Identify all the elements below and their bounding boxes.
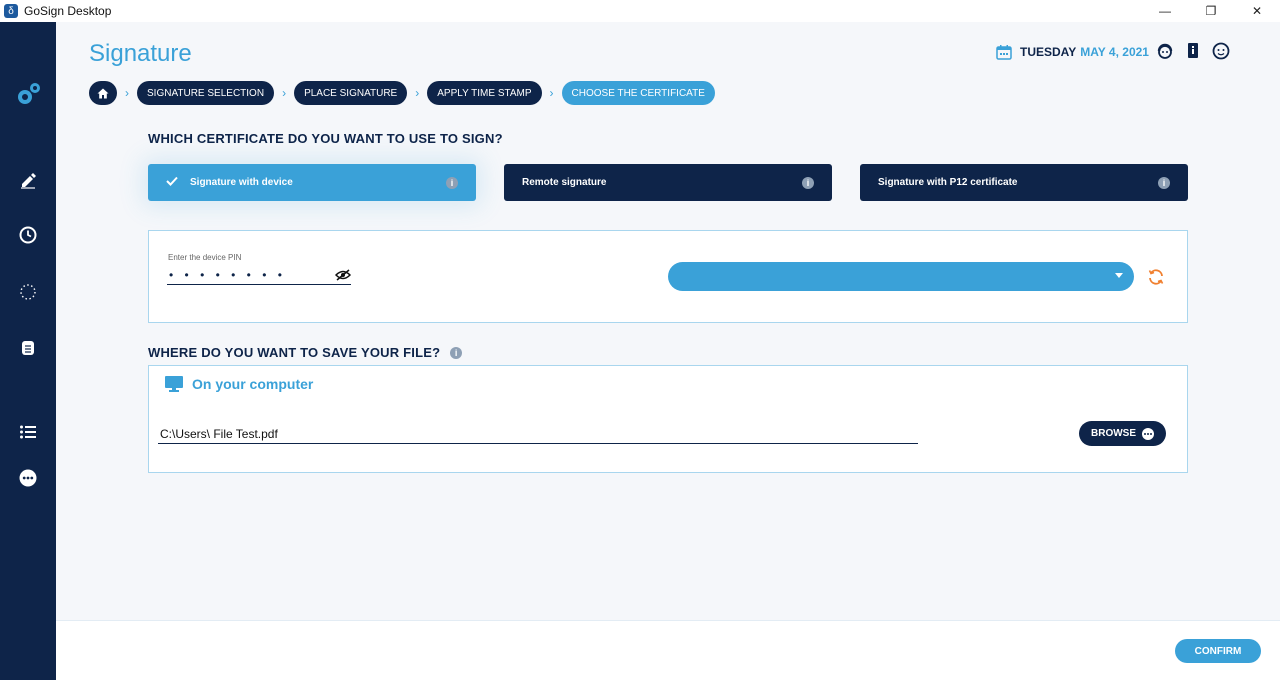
more-options-icon[interactable] [18,468,38,488]
chevron-right-icon: › [415,86,420,100]
info-icon[interactable]: i [802,176,814,189]
pin-input[interactable]: • • • • • • • • [167,265,351,285]
chevron-right-icon: › [125,86,129,100]
user-profile-icon[interactable] [1212,42,1230,60]
date-value: MAY 4, 2021 [1080,45,1149,59]
chevron-down-icon [1115,273,1123,278]
gears-icon[interactable] [14,80,44,110]
info-icon[interactable]: i [446,176,458,189]
chevron-right-icon: › [282,86,287,100]
option-label: Signature with device [190,177,293,188]
device-select[interactable] [668,262,1134,291]
sidebar [0,22,56,680]
info-icon[interactable]: i [450,346,463,359]
page-title: Signature [89,40,192,67]
list-icon[interactable] [18,422,38,442]
option-label: Remote signature [522,177,607,188]
top-icons [1156,42,1230,60]
history-clock-icon[interactable] [18,225,38,245]
restore-button[interactable]: ❐ [1188,0,1234,22]
browse-button[interactable]: BROWSE [1079,421,1166,446]
breadcrumb: › SIGNATURE SELECTION › PLACE SIGNATURE … [89,81,715,105]
support-agent-icon[interactable] [1156,42,1174,60]
home-icon [97,88,109,98]
option-p12-certificate[interactable]: Signature with P12 certificate i [860,164,1188,201]
footer-bar: CONFIRM [56,620,1280,680]
sign-pen-icon[interactable] [18,170,38,190]
info-icon[interactable]: i [1158,176,1170,189]
breadcrumb-apply-time-stamp[interactable]: APPLY TIME STAMP [427,81,542,105]
option-signature-with-device[interactable]: Signature with device i [148,164,476,201]
pin-label: Enter the device PIN [168,253,242,262]
date-display: TUESDAY MAY 4, 2021 [996,44,1149,60]
breadcrumb-place-signature[interactable]: PLACE SIGNATURE [294,81,408,105]
certificate-question: WHICH CERTIFICATE DO YOU WANT TO USE TO … [148,131,503,146]
window-title: GoSign Desktop [24,4,112,18]
minimize-button[interactable]: — [1142,0,1188,22]
certificate-question-text: WHICH CERTIFICATE DO YOU WANT TO USE TO … [148,131,503,146]
refresh-icon[interactable] [1147,268,1165,286]
pin-value: • • • • • • • • [169,267,286,282]
calendar-icon [996,45,1012,60]
option-label: Signature with P12 certificate [878,177,1018,188]
save-location-title: On your computer [192,376,314,392]
confirm-button[interactable]: CONFIRM [1175,639,1261,663]
save-location-panel: On your computer C:\Users\ File Test.pdf… [148,365,1188,473]
more-dots-icon [1142,427,1154,440]
main-content: Signature TUESDAY MAY 4, 2021 › SIGNATUR… [56,22,1280,620]
title-bar: δ GoSign Desktop — ❐ ✕ [0,0,1280,22]
document-stack-icon[interactable] [18,338,38,358]
browse-label: BROWSE [1091,428,1136,439]
file-path-input[interactable]: C:\Users\ File Test.pdf [158,424,918,444]
chevron-right-icon: › [549,86,554,100]
loading-dots-icon[interactable] [18,282,38,302]
save-question-text: WHERE DO YOU WANT TO SAVE YOUR FILE? [148,345,441,360]
app-logo-icon: δ [4,4,18,18]
computer-monitor-icon [165,376,183,392]
window-controls: — ❐ ✕ [1142,0,1280,22]
close-button[interactable]: ✕ [1234,0,1280,22]
breadcrumb-signature-selection[interactable]: SIGNATURE SELECTION [137,81,275,105]
breadcrumb-choose-certificate[interactable]: CHOOSE THE CERTIFICATE [561,81,715,105]
manual-book-icon[interactable] [1184,42,1202,60]
breadcrumb-home[interactable] [89,81,117,105]
hide-password-eye-icon[interactable] [335,268,351,281]
device-pin-panel: Enter the device PIN • • • • • • • • [148,230,1188,323]
save-question: WHERE DO YOU WANT TO SAVE YOUR FILE? i [148,345,463,360]
date-day: TUESDAY [1020,45,1077,59]
option-remote-signature[interactable]: Remote signature i [504,164,832,201]
check-icon [166,176,178,189]
